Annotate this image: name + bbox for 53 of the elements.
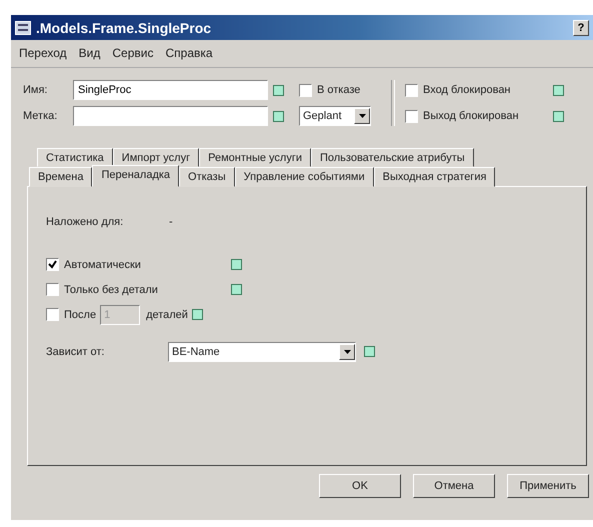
status-square-icon [364,346,375,357]
name-field[interactable]: SingleProc [73,80,268,100]
dropdown-button[interactable] [339,344,355,360]
window-title: .Models.Frame.SingleProc [36,20,212,36]
checkbox-label: Автоматически [64,258,141,270]
tab[interactable]: Времена [29,167,92,187]
status-square-icon [553,84,564,96]
dialog-button[interactable]: Применить [507,474,589,498]
caret-icon [344,350,350,354]
depends-select[interactable]: BE-Name [168,342,356,362]
checkbox[interactable] [46,283,59,296]
checkbox-label: В отказе [317,84,360,96]
tab[interactable]: Переналадка [92,165,180,187]
status-square-icon [231,284,242,295]
checkbox-label: Выход блокирован [423,110,519,122]
checkbox[interactable] [46,308,59,321]
field-label: Имя: [23,84,48,96]
tab[interactable]: Отказы [179,167,235,187]
field-label: Наложено для: [46,216,124,228]
checkbox[interactable] [46,258,59,271]
status-square-icon [273,110,284,122]
menu-item[interactable]: Сервис [112,46,154,61]
status-square-icon [231,259,242,270]
field-label: Метка: [23,110,58,122]
tab[interactable]: Ремонтные услуги [199,148,311,167]
field-value: - [169,216,173,228]
tab[interactable]: Выходная стратегия [374,167,496,187]
field-label: деталей [146,308,188,320]
dialog-button[interactable]: Отмена [413,474,495,498]
dropdown-button[interactable] [354,108,370,124]
field-label: Зависит от: [46,346,106,358]
checkbox[interactable] [299,84,312,96]
checkbox[interactable] [405,110,418,122]
window-icon [15,20,31,34]
checkbox-label: Вход блокирован [423,84,511,96]
status-square-icon [553,110,564,122]
tab[interactable]: Пользовательские атрибуты [310,148,474,167]
dialog-button[interactable]: OK [319,474,401,498]
checkbox-label: После [64,308,96,320]
menu-item[interactable]: Справка [165,46,213,61]
tab[interactable]: Управление событиями [234,167,374,187]
checkbox[interactable] [405,84,418,96]
plan-select[interactable]: Geplant [299,106,371,126]
tag-field[interactable] [73,106,268,126]
caret-icon [358,114,366,118]
status-square-icon [273,84,284,96]
menu-item[interactable]: Переход [19,46,67,61]
tab[interactable]: Импорт услуг [112,148,200,167]
checkbox-label: Только без детали [64,284,158,296]
help-button[interactable]: ? [573,20,589,36]
status-square-icon [192,309,203,320]
tab[interactable]: Статистика [37,148,113,167]
menu-item[interactable]: Вид [78,46,100,61]
